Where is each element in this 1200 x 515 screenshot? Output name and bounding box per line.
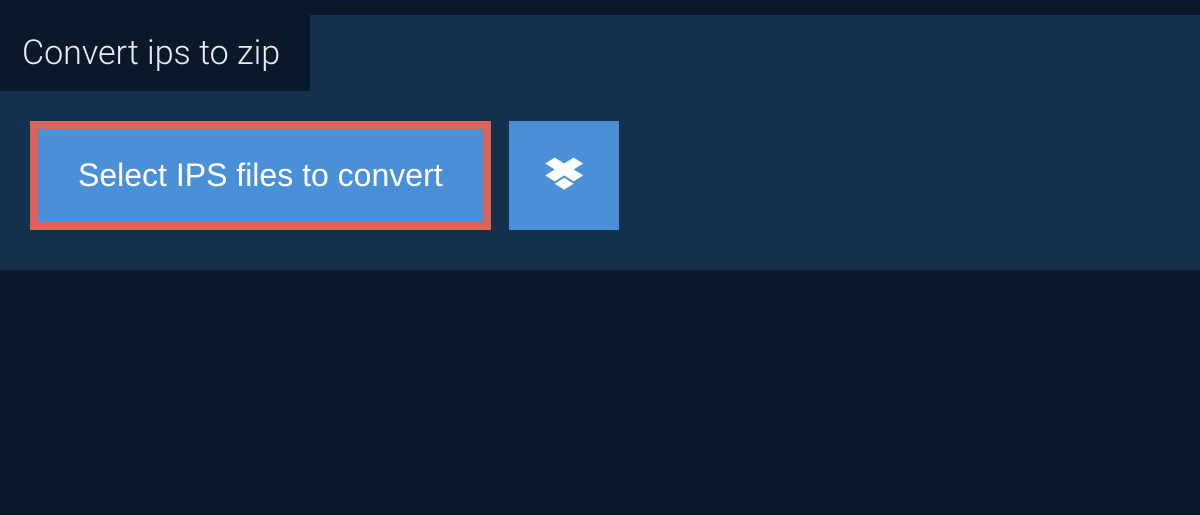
converter-panel: Convert ips to zip Select IPS files to c… bbox=[0, 15, 1200, 270]
dropbox-icon bbox=[544, 154, 584, 197]
select-files-button[interactable]: Select IPS files to convert bbox=[30, 121, 491, 230]
button-row: Select IPS files to convert bbox=[0, 91, 1200, 230]
tab-title: Convert ips to zip bbox=[22, 33, 280, 73]
tab-convert[interactable]: Convert ips to zip bbox=[0, 15, 310, 91]
dropbox-button[interactable] bbox=[509, 121, 619, 230]
select-files-label: Select IPS files to convert bbox=[78, 157, 443, 194]
